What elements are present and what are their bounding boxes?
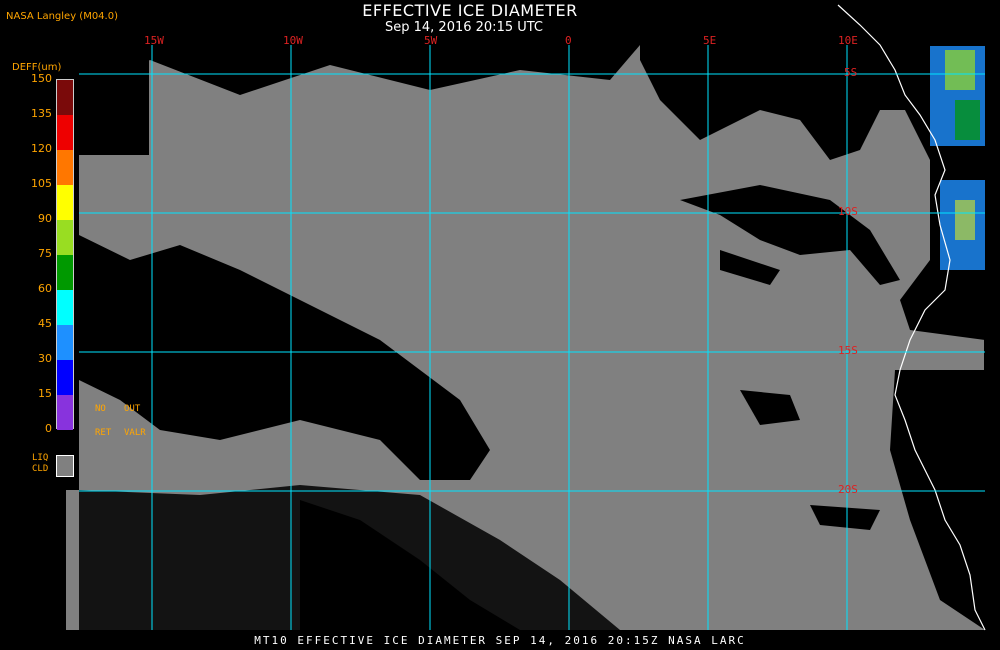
lon-label: 10E bbox=[838, 34, 858, 47]
lat-label: 20S bbox=[838, 483, 858, 496]
map-title: EFFECTIVE ICE DIAMETER bbox=[362, 1, 578, 20]
colorbar-segment bbox=[57, 290, 73, 325]
colorbar-tick-label: 135 bbox=[31, 107, 52, 120]
colorbar-segment bbox=[57, 80, 73, 115]
lat-label: 10S bbox=[838, 205, 858, 218]
valr-label: VALR bbox=[124, 428, 146, 438]
lon-label: 15W bbox=[144, 34, 164, 47]
colorbar bbox=[56, 79, 74, 430]
satellite-map bbox=[66, 4, 986, 631]
liquid-cloud-swatch bbox=[56, 455, 74, 477]
colorbar-segment bbox=[57, 115, 73, 150]
lat-label: 15S bbox=[838, 344, 858, 357]
colorbar-segment bbox=[57, 150, 73, 185]
liq-label: LIQ bbox=[32, 453, 49, 463]
colorbar-segment bbox=[57, 220, 73, 255]
map-timestamp: Sep 14, 2016 20:15 UTC bbox=[384, 20, 544, 35]
cld-label: CLD bbox=[32, 464, 49, 474]
colorbar-tick-label: 30 bbox=[38, 352, 52, 365]
lon-label: 10W bbox=[283, 34, 303, 47]
colorbar-segment bbox=[57, 255, 73, 290]
out-label: OUT bbox=[124, 404, 141, 414]
lat-label: 5S bbox=[844, 66, 858, 79]
colorbar-tick-label: 105 bbox=[31, 177, 52, 190]
colorbar-segment bbox=[57, 360, 73, 395]
colorbar-tick-label: 0 bbox=[45, 422, 52, 435]
colorbar-tick-label: 150 bbox=[31, 72, 52, 85]
colorbar-segment bbox=[57, 395, 73, 430]
lon-label: 5W bbox=[424, 34, 438, 47]
colorbar-tick-label: 120 bbox=[31, 142, 52, 155]
ret-label: RET bbox=[95, 428, 112, 438]
footer-caption: MT10 EFFECTIVE ICE DIAMETER SEP 14, 2016… bbox=[254, 634, 746, 647]
lon-label: 0 bbox=[565, 34, 572, 47]
lon-label: 5E bbox=[703, 34, 717, 47]
colorbar-tick-label: 45 bbox=[38, 317, 52, 330]
no-label: NO bbox=[95, 404, 106, 414]
colorbar-segment bbox=[57, 325, 73, 360]
colorbar-tick-label: 90 bbox=[38, 212, 52, 225]
colorbar-segment bbox=[57, 185, 73, 220]
colorbar-tick-label: 15 bbox=[38, 387, 52, 400]
colorbar-tick-label: 75 bbox=[38, 247, 52, 260]
colorbar-tick-label: 60 bbox=[38, 282, 52, 295]
